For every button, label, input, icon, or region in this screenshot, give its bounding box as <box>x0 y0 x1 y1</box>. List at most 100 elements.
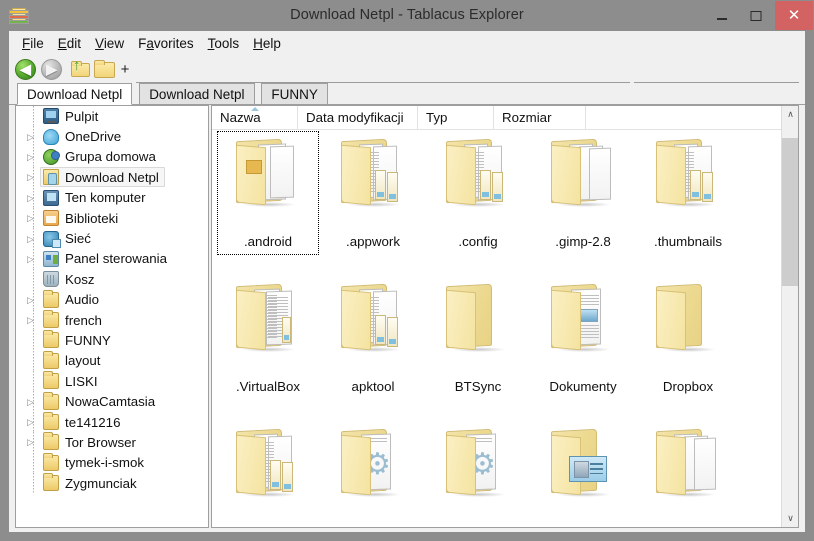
minimize-button[interactable] <box>707 1 737 30</box>
forward-button[interactable]: ▶ <box>40 58 63 81</box>
tree-connector <box>33 228 34 249</box>
chevron-right-icon[interactable]: ▷ <box>24 147 37 167</box>
folder-tree[interactable]: Pulpit ▷ OneDrive ▷ Grupa domowa ▷ Download Ne… <box>15 105 209 528</box>
tree-connector <box>33 207 34 229</box>
tree-item-liski[interactable]: LISKI <box>16 371 208 392</box>
folder-docs-icon: .thumbnails <box>638 132 738 254</box>
folder-icon <box>43 412 59 431</box>
grid-item-label: .gimp-2.8 <box>555 234 611 249</box>
tree-item-label: Download Netpl <box>65 169 159 185</box>
tab-1[interactable]: Download Netpl <box>139 83 255 105</box>
chevron-right-icon[interactable]: ▷ <box>24 188 37 208</box>
chevron-right-icon[interactable]: ▷ <box>24 167 37 187</box>
tree-item-label: Audio <box>65 292 100 308</box>
grid-item[interactable]: .config <box>428 132 528 257</box>
grid-item[interactable]: Dropbox <box>638 277 738 402</box>
vertical-scrollbar[interactable]: ∧ ∨ <box>781 106 798 527</box>
grid-item[interactable]: ⚙ <box>428 422 528 527</box>
tree-item-french[interactable]: ▷ french <box>16 309 208 331</box>
grid-item[interactable]: Dokumenty <box>533 277 633 402</box>
tree-item-te141216[interactable]: ▷ te141216 <box>16 411 208 433</box>
tree-item-layout[interactable]: layout <box>16 350 208 372</box>
tree-item-grupa-domowa[interactable]: ▷ Grupa domowa <box>16 146 208 168</box>
tree-item-tymek-i-smok[interactable]: tymek-i-smok <box>16 452 208 474</box>
grid-item[interactable] <box>638 422 738 527</box>
menu-item-tools[interactable]: Tools <box>201 34 247 53</box>
tree-item-tor-browser[interactable]: ▷ Tor Browser <box>16 432 208 453</box>
up-button[interactable]: ↑ <box>69 58 92 81</box>
grid-item[interactable]: .android <box>217 131 319 257</box>
tree-item-nowacamtasia[interactable]: ▷ NowaCamtasia <box>16 391 208 412</box>
open-folder-button[interactable] <box>93 58 116 81</box>
tree-item-content: LISKI <box>40 371 104 391</box>
chevron-right-icon[interactable]: ▷ <box>24 127 37 147</box>
tree-item-pulpit[interactable]: Pulpit <box>16 106 208 127</box>
folder-graphic <box>232 281 304 353</box>
chevron-right-icon[interactable]: ▷ <box>24 432 37 452</box>
homegroup-icon <box>43 148 60 165</box>
column-header-nazwa[interactable]: Nazwa <box>212 106 298 130</box>
folder-graphic <box>652 281 724 353</box>
tree-item-kosz[interactable]: Kosz <box>16 269 208 290</box>
folder-graphic <box>652 426 724 498</box>
maximize-button[interactable] <box>741 1 771 30</box>
grid-item[interactable]: BTSync <box>428 277 528 402</box>
close-button[interactable]: ✕ <box>775 1 813 30</box>
tree-item-funny[interactable]: FUNNY <box>16 330 208 351</box>
tree-item-sieć[interactable]: ▷ Sieć <box>16 228 208 249</box>
grid-item[interactable]: .gimp-2.8 <box>533 132 633 257</box>
folder-graphic <box>547 136 619 208</box>
maximize-icon <box>750 10 762 21</box>
chevron-right-icon[interactable]: ▷ <box>24 249 37 269</box>
chevron-right-icon[interactable]: ▷ <box>24 412 37 432</box>
grid-item[interactable]: ⚙ <box>323 422 423 527</box>
scroll-up-button[interactable]: ∧ <box>782 106 798 123</box>
chevron-right-icon[interactable]: ▷ <box>24 229 37 249</box>
tree-item-zygmunciak[interactable]: Zygmunciak <box>16 473 208 494</box>
grid-item[interactable]: .VirtualBox <box>218 277 318 402</box>
tree-item-download-netpl[interactable]: ▷ Download Netpl <box>16 167 208 188</box>
tree-item-biblioteki[interactable]: ▷ Biblioteki <box>16 207 208 229</box>
tree-item-content: layout <box>40 350 106 371</box>
grid-item[interactable] <box>218 422 318 527</box>
folder-graphic <box>652 136 724 208</box>
tree-item-panel-sterowania[interactable]: ▷ Panel sterowania <box>16 248 208 270</box>
column-header-blank[interactable] <box>586 106 782 130</box>
file-list-pane[interactable]: Nazwa Data modyfikacji Typ Rozmiar .android… <box>211 105 799 528</box>
chevron-right-icon[interactable]: ▷ <box>24 208 37 228</box>
tab-2[interactable]: FUNNY <box>261 83 328 105</box>
folder-icon <box>43 371 59 390</box>
new-tab-button[interactable]: + <box>118 60 132 83</box>
tab-label: Download Netpl <box>149 87 245 102</box>
grid-item[interactable] <box>533 422 633 527</box>
scroll-down-button[interactable]: ∨ <box>782 510 798 527</box>
column-header-typ[interactable]: Typ <box>418 106 494 130</box>
grid-item[interactable]: .thumbnails <box>638 132 738 257</box>
chevron-right-icon[interactable]: ▷ <box>24 290 37 310</box>
back-button[interactable]: ◀ <box>14 58 37 81</box>
toolbar: ◀ ▶ ↑ + ▸ Download Netpl ▸ <box>9 55 805 104</box>
tree-item-label: Grupa domowa <box>65 149 156 165</box>
column-header-data-modyfikacji[interactable]: Data modyfikacji <box>298 106 418 130</box>
folder-papers-icon: .gimp-2.8 <box>533 132 633 254</box>
tab-0[interactable]: Download Netpl <box>17 83 133 105</box>
title-bar[interactable]: Download Netpl - Tablacus Explorer ✕ <box>0 0 814 31</box>
chevron-right-icon[interactable]: ▷ <box>24 392 37 412</box>
grid-item[interactable]: apktool <box>323 277 423 402</box>
close-icon: ✕ <box>787 6 801 24</box>
menu-item-help[interactable]: Help <box>246 34 288 53</box>
grid-item[interactable]: .appwork <box>323 132 423 257</box>
tree-item-ten-komputer[interactable]: ▷ Ten komputer <box>16 187 208 208</box>
folder-icon <box>43 330 59 349</box>
tree-item-onedrive[interactable]: ▷ OneDrive <box>16 126 208 147</box>
tree-item-audio[interactable]: ▷ Audio <box>16 289 208 310</box>
menu-item-edit[interactable]: Edit <box>51 34 88 53</box>
menu-item-favorites[interactable]: Favorites <box>131 34 201 53</box>
chevron-right-icon[interactable]: ▷ <box>24 310 37 330</box>
scrollbar-thumb[interactable] <box>782 138 798 286</box>
menu-item-view[interactable]: View <box>88 34 131 53</box>
menu-item-file[interactable]: File <box>15 34 51 53</box>
tree-connector <box>33 269 34 290</box>
column-header-rozmiar[interactable]: Rozmiar <box>494 106 586 130</box>
user-folder-icon <box>43 169 59 186</box>
